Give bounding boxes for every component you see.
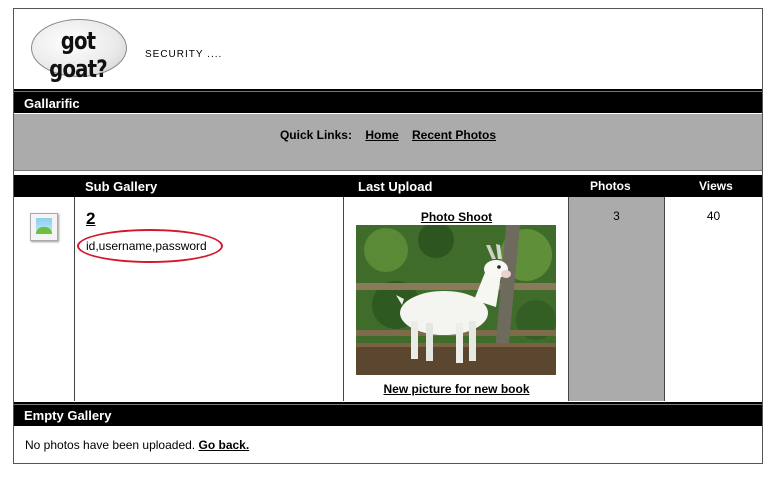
sub-gallery-cell: 2 id,username,password — [75, 197, 344, 401]
empty-gallery-message: No photos have been uploaded. — [25, 438, 196, 452]
quick-links-panel: Quick Links: Home Recent Photos — [14, 114, 762, 171]
last-upload-caption-link[interactable]: New picture for new book — [344, 382, 569, 396]
last-upload-cell: Photo Shoot New picture for new book — [344, 197, 569, 401]
views-cell: 40 — [665, 197, 762, 401]
col-last-upload: Last Upload — [358, 179, 433, 194]
photos-cell: 3 — [569, 197, 665, 401]
sub-gallery-link[interactable]: 2 — [86, 209, 95, 229]
thumb-cell — [14, 197, 75, 401]
photos-count: 3 — [613, 209, 620, 223]
site-logo[interactable]: got goat? — [31, 19, 127, 83]
goat-photo-svg — [356, 225, 556, 375]
empty-gallery-title: Empty Gallery — [24, 408, 112, 423]
views-count: 40 — [706, 209, 721, 223]
quick-links-label: Quick Links: — [279, 128, 352, 142]
table-header: Sub Gallery Last Upload Photos Views — [14, 175, 762, 197]
last-upload-title-link[interactable]: Photo Shoot — [344, 210, 569, 224]
go-back-link[interactable]: Go back. — [198, 438, 249, 452]
empty-gallery-message-row: No photos have been uploaded. Go back. — [25, 438, 249, 452]
logo-text: got goat? — [49, 27, 107, 83]
thumb-hill — [36, 227, 52, 234]
quick-links-row: Quick Links: Home Recent Photos — [14, 128, 762, 142]
quick-link-recent-photos[interactable]: Recent Photos — [412, 128, 496, 142]
col-views: Views — [699, 179, 733, 193]
col-photos: Photos — [590, 179, 631, 193]
page-frame: got goat? SECURITY .... Gallarific Quick… — [13, 8, 763, 464]
quick-link-home[interactable]: Home — [365, 128, 398, 142]
col-sub-gallery: Sub Gallery — [85, 179, 158, 194]
sub-gallery-description: id,username,password — [86, 239, 207, 253]
empty-gallery-bar: Empty Gallery — [14, 402, 762, 426]
gallery-title-bar: Gallarific — [14, 89, 762, 113]
goat-photo[interactable] — [356, 225, 556, 375]
table-row: 2 id,username,password Photo Shoot New p… — [14, 197, 762, 401]
site-tagline: SECURITY .... — [145, 49, 223, 60]
gallery-thumbnail-icon[interactable] — [30, 213, 58, 241]
gallery-title: Gallarific — [24, 96, 80, 111]
